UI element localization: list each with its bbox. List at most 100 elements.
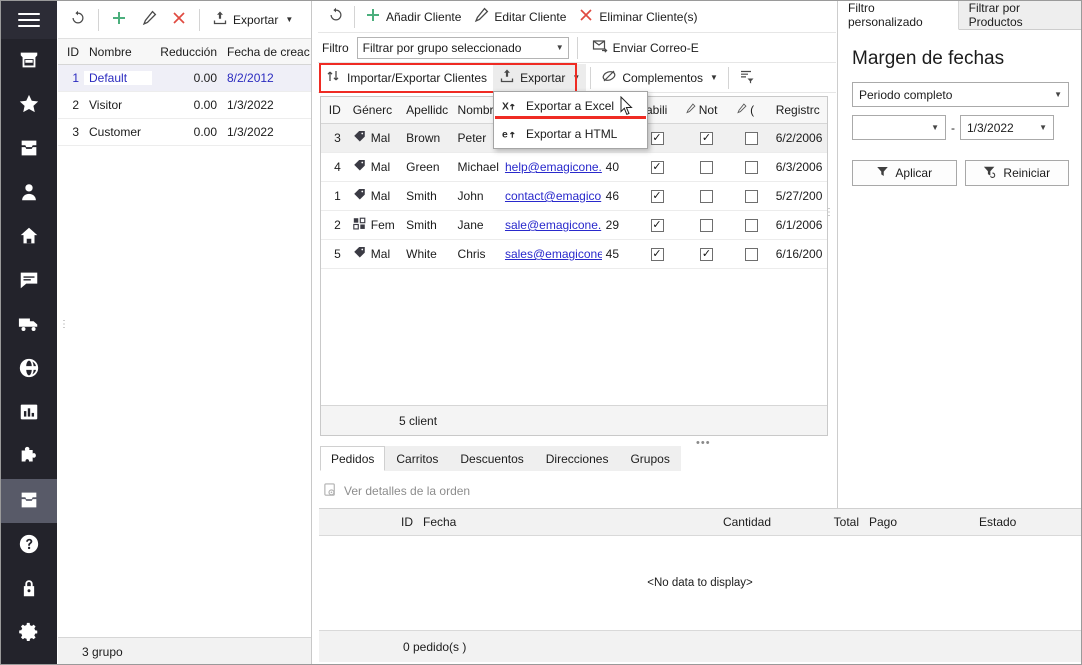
checkbox-other[interactable] xyxy=(745,247,759,261)
sidebar-item-reviews[interactable] xyxy=(1,259,57,303)
cell-email[interactable]: sales@emagicone xyxy=(501,247,602,261)
splitter-handle-right[interactable]: ⋮ xyxy=(824,208,834,218)
sidebar-item-archive[interactable] xyxy=(1,479,57,523)
edit-group-button[interactable] xyxy=(135,6,163,34)
edit-customer-button[interactable]: Editar Cliente xyxy=(467,3,572,31)
checkbox-other[interactable] xyxy=(745,160,759,174)
refresh-button[interactable] xyxy=(64,6,92,34)
cell-other[interactable] xyxy=(732,247,772,261)
tab-descuentos[interactable]: Descuentos xyxy=(449,446,535,471)
checkbox-other[interactable] xyxy=(745,218,759,232)
column-header-gender[interactable]: Génerc xyxy=(345,103,402,117)
table-row[interactable]: 1 Mal Smith John contact@emagico 46 ✓ 5/… xyxy=(321,182,827,211)
checkbox-enabled[interactable]: ✓ xyxy=(650,189,664,203)
column-header-status[interactable]: Estado xyxy=(979,515,1069,529)
apply-filter-button[interactable]: Aplicar xyxy=(852,160,957,186)
send-email-button[interactable]: Enviar Correo-E xyxy=(586,34,705,62)
cell-notify[interactable]: ✓ xyxy=(681,131,732,145)
tab-filtro-personalizado[interactable]: Filtro personalizado xyxy=(838,1,959,30)
tab-carritos[interactable]: Carritos xyxy=(385,446,450,471)
cell-other[interactable] xyxy=(732,160,772,174)
sidebar-item-cms[interactable] xyxy=(1,347,57,391)
cell-enabled[interactable]: ✓ xyxy=(633,189,680,203)
checkbox-enabled[interactable]: ✓ xyxy=(650,218,664,232)
column-header-reduction[interactable]: Reducción xyxy=(152,45,222,59)
cell-other[interactable] xyxy=(732,131,772,145)
sidebar-item-settings[interactable] xyxy=(1,611,57,655)
column-header-created[interactable]: Fecha de creación xyxy=(222,45,310,59)
delete-group-button[interactable] xyxy=(165,6,193,34)
addons-button[interactable]: Complementos ▼ xyxy=(595,64,724,92)
group-filter-combobox[interactable]: Filtrar por grupo seleccionado ▼ xyxy=(356,36,569,59)
column-header-name[interactable]: Nombre xyxy=(84,45,152,59)
checkbox-other[interactable] xyxy=(745,131,759,145)
export-customers-button[interactable]: Exportar ▼ xyxy=(493,63,587,92)
sidebar-item-inbox[interactable] xyxy=(1,127,57,171)
cell-notify[interactable]: ✓ xyxy=(681,247,732,261)
refresh-customers-button[interactable] xyxy=(322,3,350,31)
sidebar-item-help[interactable] xyxy=(1,523,57,567)
cell-email[interactable]: help@emagicone. xyxy=(501,160,602,174)
add-group-button[interactable] xyxy=(105,6,133,34)
tab-filtrar-por-productos[interactable]: Filtrar por Productos xyxy=(958,1,1081,29)
table-row[interactable]: 5 Mal White Chris sales@emagicone 45 ✓ ✓… xyxy=(321,240,827,269)
date-to-combobox[interactable]: 1/3/2022 ▼ xyxy=(960,115,1054,140)
table-row[interactable]: 3 Customer 0.00 1/3/2022 xyxy=(58,119,311,146)
add-customer-button[interactable]: Añadir Cliente xyxy=(359,3,467,31)
cell-notify[interactable] xyxy=(681,218,732,232)
cell-other[interactable] xyxy=(732,218,772,232)
cell-enabled[interactable]: ✓ xyxy=(633,218,680,232)
column-header-registered[interactable]: Registrc xyxy=(772,103,827,117)
column-header-notify[interactable]: Not xyxy=(681,103,732,117)
splitter-handle-left[interactable]: ⋮ xyxy=(59,320,69,330)
column-header-id[interactable]: ID xyxy=(321,103,345,117)
import-export-customers-button[interactable]: Importar/Exportar Clientes xyxy=(320,64,493,92)
cell-email[interactable]: sale@emagicone. xyxy=(501,218,602,232)
sidebar-item-featured[interactable] xyxy=(1,83,57,127)
column-header-payment[interactable]: Pago xyxy=(869,515,979,529)
checkbox-enabled[interactable]: ✓ xyxy=(650,131,664,145)
view-order-details-button[interactable]: Ver detalles de la orden xyxy=(323,482,470,500)
table-row[interactable]: 2 Visitor 0.00 1/3/2022 xyxy=(58,92,311,119)
reset-filter-button[interactable]: Reiniciar xyxy=(964,160,1069,186)
column-header-order-date[interactable]: Fecha xyxy=(423,515,623,529)
cell-enabled[interactable]: ✓ xyxy=(633,160,680,174)
cell-enabled[interactable]: ✓ xyxy=(633,247,680,261)
table-row[interactable]: 4 Mal Green Michael help@emagicone. 40 ✓… xyxy=(321,153,827,182)
checkbox-other[interactable] xyxy=(745,189,759,203)
sidebar-item-reports[interactable] xyxy=(1,391,57,435)
groups-export-button[interactable]: Exportar ▼ xyxy=(206,6,299,34)
checkbox-notify[interactable] xyxy=(699,160,713,174)
column-header-total[interactable]: Total xyxy=(771,515,859,529)
table-row[interactable]: 1 Default 0.00 8/2/2012 xyxy=(58,65,311,92)
cell-notify[interactable] xyxy=(681,189,732,203)
menu-toggle-button[interactable] xyxy=(1,1,57,39)
checkbox-notify[interactable]: ✓ xyxy=(699,131,713,145)
column-header-lastname[interactable]: Apellidc xyxy=(402,103,453,117)
sidebar-item-store[interactable] xyxy=(1,39,57,83)
checkbox-enabled[interactable]: ✓ xyxy=(650,247,664,261)
checkbox-enabled[interactable]: ✓ xyxy=(650,160,664,174)
delete-customer-button[interactable]: Eliminar Cliente(s) xyxy=(572,3,703,31)
filter-editor-button[interactable] xyxy=(733,64,761,92)
column-header-quantity[interactable]: Cantidad xyxy=(623,515,771,529)
cell-other[interactable] xyxy=(732,189,772,203)
sidebar-item-shipping[interactable] xyxy=(1,303,57,347)
sidebar-item-extensions[interactable] xyxy=(1,435,57,479)
table-row[interactable]: 2 Fem Smith Jane sale@emagicone. 29 ✓ 6/… xyxy=(321,211,827,240)
column-header-other[interactable]: ( xyxy=(732,103,772,117)
period-combobox[interactable]: Periodo completo ▼ xyxy=(852,82,1069,107)
tab-grupos[interactable]: Grupos xyxy=(619,446,681,471)
cell-notify[interactable] xyxy=(681,160,732,174)
cell-email[interactable]: contact@emagico xyxy=(501,189,602,203)
checkbox-notify[interactable]: ✓ xyxy=(699,247,713,261)
date-from-combobox[interactable]: ▼ xyxy=(852,115,946,140)
sidebar-item-customers[interactable] xyxy=(1,171,57,215)
tab-direcciones[interactable]: Direcciones xyxy=(534,446,620,471)
column-header-order-id[interactable]: ID xyxy=(375,515,413,529)
tab-pedidos[interactable]: Pedidos xyxy=(320,446,386,471)
menu-item-export-html[interactable]: e Exportar a HTML xyxy=(494,120,647,148)
checkbox-notify[interactable] xyxy=(699,218,713,232)
sidebar-item-security[interactable] xyxy=(1,567,57,611)
sidebar-item-home[interactable] xyxy=(1,215,57,259)
